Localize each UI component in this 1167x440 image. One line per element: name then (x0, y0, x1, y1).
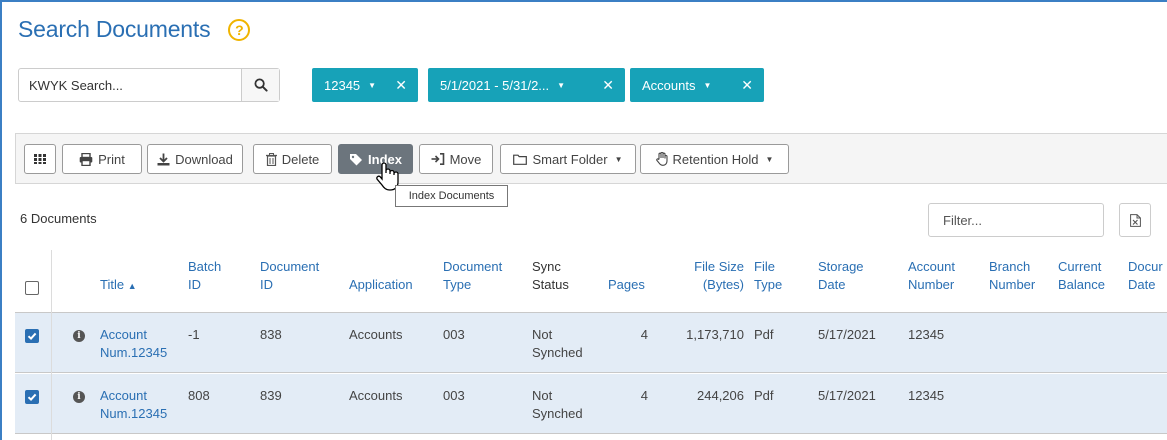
export-excel-button[interactable] (1119, 203, 1151, 237)
smart-folder-button[interactable]: Smart Folder ▼ (500, 144, 636, 174)
checkmark-icon (27, 393, 37, 402)
select-all-checkbox[interactable] (25, 281, 39, 295)
sign-in-icon (431, 153, 444, 165)
row-checkbox[interactable] (25, 329, 39, 343)
download-button[interactable]: Download (147, 144, 243, 174)
search-input[interactable] (19, 69, 241, 101)
column-header-document-type[interactable]: Document Type (443, 258, 502, 294)
sync-status-cell: Not Synched (532, 388, 583, 421)
tag-icon (350, 153, 363, 165)
close-icon[interactable]: ✕ (741, 77, 764, 94)
column-header-document-id[interactable]: Document ID (260, 258, 319, 294)
document-type-cell: 003 (443, 327, 465, 342)
tooltip: Index Documents (395, 185, 508, 207)
delete-label: Delete (281, 151, 320, 167)
excel-file-icon (1129, 213, 1141, 227)
file-type-cell: Pdf (754, 388, 774, 403)
column-divider (51, 250, 52, 440)
checkmark-icon (27, 332, 37, 341)
download-label: Download (175, 151, 233, 167)
column-header-current-balance[interactable]: Current Balance (1058, 258, 1105, 294)
filter-chip-label: 12345 (324, 77, 361, 93)
question-circle-icon[interactable]: ? (228, 18, 251, 41)
table-row[interactable]: i Account Num.12345 808 839 Accounts 003 … (15, 374, 1167, 434)
row-checkbox[interactable] (25, 390, 39, 404)
document-id-cell: 839 (260, 388, 282, 403)
columns-button[interactable] (24, 144, 56, 174)
move-label: Move (449, 151, 482, 167)
caret-down-icon: ▼ (614, 154, 623, 164)
storage-date-cell: 5/17/2021 (818, 327, 876, 342)
printer-icon (79, 152, 93, 166)
caret-down-icon: ▼ (703, 80, 712, 90)
print-button[interactable]: Print (62, 144, 142, 174)
filter-chip-date-range[interactable]: 5/1/2021 - 5/31/2... ▼ ✕ (428, 68, 625, 102)
account-number-cell: 12345 (908, 388, 945, 403)
sync-status-cell: Not Synched (532, 327, 583, 360)
page-title: Search Documents (18, 16, 211, 42)
caret-down-icon: ▼ (557, 80, 566, 90)
column-title-label: Title (100, 277, 125, 292)
batch-id-cell: 808 (188, 388, 210, 403)
column-header-storage-date[interactable]: Storage Date (818, 258, 864, 294)
column-header-title[interactable]: Title ▲ (100, 276, 137, 295)
caret-down-icon: ▼ (368, 80, 377, 90)
filter-input[interactable] (928, 203, 1104, 237)
download-icon (157, 153, 170, 165)
header: Search Documents ? (18, 16, 251, 43)
caret-down-icon: ▼ (765, 154, 774, 164)
retention-hold-label: Retention Hold (672, 151, 759, 167)
print-label: Print (98, 151, 125, 167)
table-row[interactable]: i Account Num.12345 -1 838 Accounts 003 N… (15, 313, 1167, 373)
move-button[interactable]: Move (419, 144, 493, 174)
file-size-cell: 1,173,710 (686, 327, 744, 342)
document-type-cell: 003 (443, 388, 465, 403)
column-header-file-size[interactable]: File Size (Bytes) (670, 258, 744, 294)
column-header-file-type[interactable]: File Type (754, 258, 782, 294)
account-number-cell: 12345 (908, 327, 945, 342)
kwyk-search (18, 68, 280, 102)
close-icon[interactable]: ✕ (602, 77, 625, 94)
column-header-application[interactable]: Application (349, 276, 413, 294)
delete-button[interactable]: Delete (253, 144, 332, 174)
column-header-pages[interactable]: Pages (608, 276, 645, 294)
smart-folder-label: Smart Folder (532, 151, 608, 167)
retention-hold-button[interactable]: Retention Hold ▼ (640, 144, 789, 174)
table-header: Title ▲ Batch ID Document ID Application D… (15, 250, 1167, 313)
file-size-cell: 244,206 (697, 388, 744, 403)
close-icon[interactable]: ✕ (395, 77, 418, 94)
document-toolbar: Print Download Delete Index Move Smart F… (15, 133, 1167, 184)
info-icon[interactable]: i (73, 330, 85, 342)
grid-icon (34, 154, 46, 164)
column-header-account-number[interactable]: Account Number (908, 258, 955, 294)
folder-icon (513, 154, 528, 165)
document-id-cell: 838 (260, 327, 282, 342)
document-title-link[interactable]: Account Num.12345 (100, 326, 167, 362)
column-header-document-date[interactable]: Docur Date (1128, 258, 1163, 294)
batch-id-cell: -1 (188, 327, 200, 342)
application-cell: Accounts (349, 388, 403, 403)
search-button[interactable] (241, 69, 279, 101)
info-icon[interactable]: i (73, 391, 85, 403)
filter-chip-application[interactable]: Accounts ▼ ✕ (630, 68, 764, 102)
filter-chip-label: Accounts (642, 77, 696, 93)
filter-chip-label: 5/1/2021 - 5/31/2... (440, 77, 550, 93)
search-documents-panel: Search Documents ? 12345 ▼ ✕ 5/1/2021 - 5… (0, 0, 1167, 440)
column-header-batch-id[interactable]: Batch ID (188, 258, 221, 294)
document-count: 6 Documents (20, 211, 97, 226)
search-icon (254, 78, 268, 92)
file-type-cell: Pdf (754, 327, 774, 342)
filter-chip-account[interactable]: 12345 ▼ ✕ (312, 68, 418, 102)
hand-icon (655, 152, 668, 166)
sort-ascending-icon: ▲ (127, 281, 137, 291)
column-header-sync-status[interactable]: Sync Status (532, 258, 569, 294)
pages-cell: 4 (640, 327, 648, 342)
document-title-link[interactable]: Account Num.12345 (100, 387, 167, 423)
application-cell: Accounts (349, 327, 403, 342)
pages-cell: 4 (640, 388, 648, 403)
column-header-branch-number[interactable]: Branch Number (989, 258, 1035, 294)
storage-date-cell: 5/17/2021 (818, 388, 876, 403)
trash-icon (265, 152, 277, 166)
